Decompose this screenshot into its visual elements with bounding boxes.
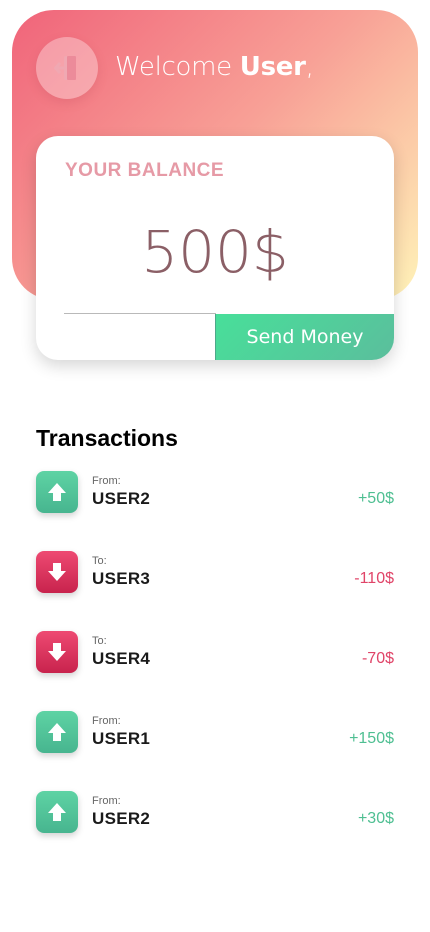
transactions-list: From: USER2 +50$ To: USER3 -110$ To: USE… bbox=[36, 471, 394, 871]
transaction-row[interactable]: From: USER2 +50$ bbox=[36, 471, 394, 551]
balance-divider bbox=[64, 313, 216, 314]
transaction-row[interactable]: From: USER1 +150$ bbox=[36, 711, 394, 791]
balance-label: YOUR BALANCE bbox=[65, 160, 225, 181]
welcome-prefix: Welcome bbox=[115, 52, 240, 82]
transaction-amount: +30$ bbox=[357, 810, 394, 827]
logout-button[interactable] bbox=[36, 37, 98, 99]
welcome-suffix: , bbox=[305, 52, 314, 82]
transaction-user: USER2 bbox=[92, 489, 151, 508]
arrow-down-icon bbox=[36, 551, 78, 593]
transaction-user: USER1 bbox=[92, 729, 151, 748]
transaction-amount: -70$ bbox=[361, 650, 394, 667]
transaction-amount: -110$ bbox=[354, 570, 394, 587]
arrow-up-icon bbox=[36, 791, 78, 833]
arrow-down-icon bbox=[36, 631, 78, 673]
transaction-amount: +150$ bbox=[349, 730, 394, 747]
transaction-direction: From: bbox=[92, 475, 121, 487]
transaction-user: USER3 bbox=[92, 569, 151, 588]
transaction-row[interactable]: From: USER2 +30$ bbox=[36, 791, 394, 871]
logout-icon bbox=[54, 56, 76, 80]
transaction-user: USER4 bbox=[92, 649, 151, 668]
transaction-row[interactable]: To: USER3 -110$ bbox=[36, 551, 394, 631]
transaction-direction: From: bbox=[92, 715, 121, 727]
send-money-button[interactable]: Send Money bbox=[215, 314, 394, 360]
balance-card: YOUR BALANCE 500$ Send Money bbox=[36, 136, 394, 360]
transaction-direction: To: bbox=[92, 555, 107, 567]
welcome-message: Welcome User, bbox=[115, 52, 314, 82]
transaction-direction: From: bbox=[92, 795, 121, 807]
transaction-amount: +50$ bbox=[357, 490, 394, 507]
transactions-title: Transactions bbox=[36, 425, 178, 451]
transaction-direction: To: bbox=[92, 635, 107, 647]
arrow-up-icon bbox=[36, 471, 78, 513]
transaction-row[interactable]: To: USER4 -70$ bbox=[36, 631, 394, 711]
balance-amount: 500$ bbox=[141, 218, 289, 286]
transaction-user: USER2 bbox=[92, 809, 151, 828]
welcome-username: User bbox=[239, 52, 306, 82]
arrow-up-icon bbox=[36, 711, 78, 753]
